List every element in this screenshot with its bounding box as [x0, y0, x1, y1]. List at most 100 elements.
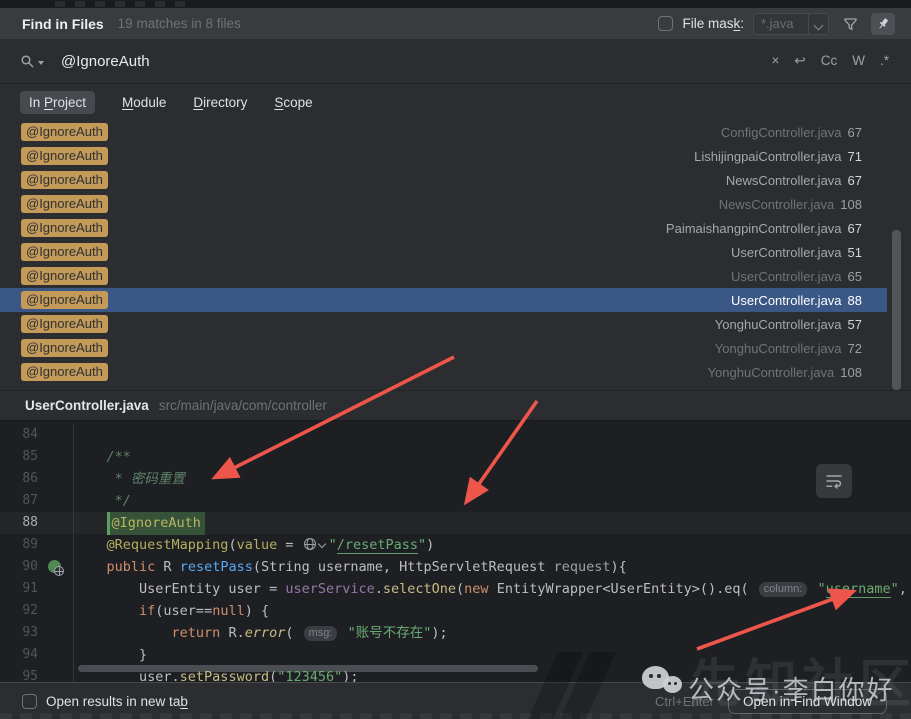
code-line: 92 if(user==null) { — [0, 600, 911, 622]
match-chip: @IgnoreAuth — [21, 291, 108, 309]
results-list: @IgnoreAuthConfigController.java67@Ignor… — [0, 120, 911, 386]
code-line: 88 @IgnoreAuth — [0, 512, 911, 534]
result-line-number: 67 — [848, 173, 862, 188]
open-results-label: Open results in new tab — [46, 694, 188, 709]
result-row[interactable]: @IgnoreAuthYonghuController.java72 — [0, 336, 887, 360]
gutter — [44, 666, 74, 682]
search-toolbar: × ↩ Cc W .* — [772, 54, 889, 68]
titlebar-controls: File mask: *.java — [658, 13, 895, 35]
scope-tab-in-project[interactable]: In Project — [20, 91, 95, 114]
line-number: 87 — [0, 490, 44, 512]
code-line: 91 UserEntity user = userService.selectO… — [0, 578, 911, 600]
open-results-checkbox[interactable] — [22, 694, 37, 709]
open-in-find-window-button[interactable]: Open in Find Window — [728, 689, 887, 714]
gutter — [44, 556, 74, 578]
background-window-edge — [0, 0, 911, 8]
shortcut-hint: Ctrl+Enter — [655, 694, 714, 709]
match-chip: @IgnoreAuth — [21, 171, 108, 189]
find-in-files-dialog: Find in Files 19 matches in 8 files File… — [0, 0, 911, 719]
result-row[interactable]: @IgnoreAuthNewsController.java108 — [0, 192, 887, 216]
result-row[interactable]: @IgnoreAuthUserController.java88 — [0, 288, 887, 312]
globe-icon — [304, 538, 316, 550]
line-number: 84 — [0, 424, 44, 446]
code-text: } — [74, 644, 147, 666]
code-line: 84 — [0, 424, 911, 446]
result-file-name: YonghuController.java — [715, 341, 842, 356]
file-mask-combobox[interactable]: *.java — [753, 13, 829, 35]
scope-tab-scope[interactable]: Scope — [274, 95, 312, 110]
search-row: × ↩ Cc W .* — [0, 39, 911, 84]
dialog-footer: Open results in new tab Ctrl+Enter Open … — [0, 682, 911, 719]
search-icon[interactable] — [20, 54, 44, 69]
match-chip: @IgnoreAuth — [21, 195, 108, 213]
code-text: UserEntity user = userService.selectOne(… — [74, 578, 911, 600]
dialog-title: Find in Files — [22, 16, 104, 32]
scope-tab-module[interactable]: Module — [122, 95, 166, 110]
result-file-name: YonghuController.java — [708, 365, 835, 380]
newline-icon[interactable]: ↩ — [794, 54, 805, 68]
result-line-number: 71 — [848, 149, 862, 164]
whole-words-icon[interactable]: W — [852, 54, 865, 68]
filter-icon[interactable] — [838, 13, 862, 35]
gutter — [44, 644, 74, 666]
match-case-icon[interactable]: Cc — [821, 54, 838, 68]
match-chip: @IgnoreAuth — [21, 267, 108, 285]
background-page-edge — [0, 713, 911, 719]
pin-icon[interactable] — [871, 13, 895, 35]
result-row[interactable]: @IgnoreAuthPaimaishangpinController.java… — [0, 216, 887, 240]
code-preview-editor[interactable]: 8485 /**86 * 密码重置87 */88 @IgnoreAuth89 @… — [0, 421, 911, 682]
code-line: 87 */ — [0, 490, 911, 512]
chevron-down-icon — [808, 14, 828, 34]
result-row[interactable]: @IgnoreAuthYonghuController.java57 — [0, 312, 887, 336]
clear-icon[interactable]: × — [772, 54, 780, 68]
file-mask-value: *.java — [754, 16, 808, 31]
code-text: @IgnoreAuth — [74, 512, 205, 534]
result-line-number: 67 — [848, 125, 862, 140]
scope-tab-directory[interactable]: Directory — [193, 95, 247, 110]
match-summary: 19 matches in 8 files — [118, 16, 241, 31]
code-line: 94 } — [0, 644, 911, 666]
code-line: 86 * 密码重置 — [0, 468, 911, 490]
line-number: 93 — [0, 622, 44, 644]
code-lines: 8485 /**86 * 密码重置87 */88 @IgnoreAuth89 @… — [0, 421, 911, 682]
result-row[interactable]: @IgnoreAuth NewsController.java 67 — [0, 168, 887, 192]
line-number: 92 — [0, 600, 44, 622]
result-row[interactable]: @IgnoreAuthUserController.java51 — [0, 240, 887, 264]
match-chip: @IgnoreAuth — [21, 243, 108, 261]
line-number: 90 — [0, 556, 44, 578]
code-text: */ — [74, 490, 131, 512]
match-chip: @IgnoreAuth — [21, 363, 108, 381]
result-row[interactable]: @IgnoreAuthYonghuController.java108 — [0, 360, 887, 384]
match-chip: @IgnoreAuth — [21, 147, 108, 165]
line-number: 91 — [0, 578, 44, 600]
result-file-name: NewsController.java — [726, 173, 842, 188]
result-line-number: 65 — [848, 269, 862, 284]
result-file-name: LishijingpaiController.java — [694, 149, 841, 164]
results-scrollbar-thumb[interactable] — [892, 230, 901, 390]
preview-file-name: UserController.java — [25, 398, 149, 413]
code-text: user.setPassword("123456"); — [74, 666, 359, 682]
code-line: 93 return R.error( msg: "账号不存在"); — [0, 622, 911, 644]
result-line-number: 67 — [848, 221, 862, 236]
search-input[interactable] — [59, 52, 762, 71]
match-chip: @IgnoreAuth — [21, 339, 108, 357]
result-file-name: UserController.java — [731, 245, 842, 260]
gutter — [44, 600, 74, 622]
code-line: 95 user.setPassword("123456"); — [0, 666, 911, 682]
code-line: 89 @RequestMapping(value = "/resetPass") — [0, 534, 911, 556]
search-history-chevron-icon — [38, 61, 44, 65]
result-file-name: YonghuController.java — [715, 317, 842, 332]
preview-file-path: src/main/java/com/controller — [159, 398, 327, 413]
regex-icon[interactable]: .* — [880, 54, 889, 68]
result-row[interactable]: @IgnoreAuth LishijingpaiController.java 71 — [0, 144, 887, 168]
gutter — [44, 446, 74, 468]
file-mask-checkbox[interactable] — [658, 16, 673, 31]
line-number: 95 — [0, 666, 44, 682]
gutter — [44, 534, 74, 556]
result-line-number: 108 — [840, 197, 862, 212]
line-number: 86 — [0, 468, 44, 490]
match-chip: @IgnoreAuth — [21, 123, 108, 141]
result-row[interactable]: @IgnoreAuthConfigController.java67 — [0, 120, 887, 144]
soft-wrap-button[interactable] — [816, 464, 852, 498]
result-row[interactable]: @IgnoreAuthUserController.java65 — [0, 264, 887, 288]
